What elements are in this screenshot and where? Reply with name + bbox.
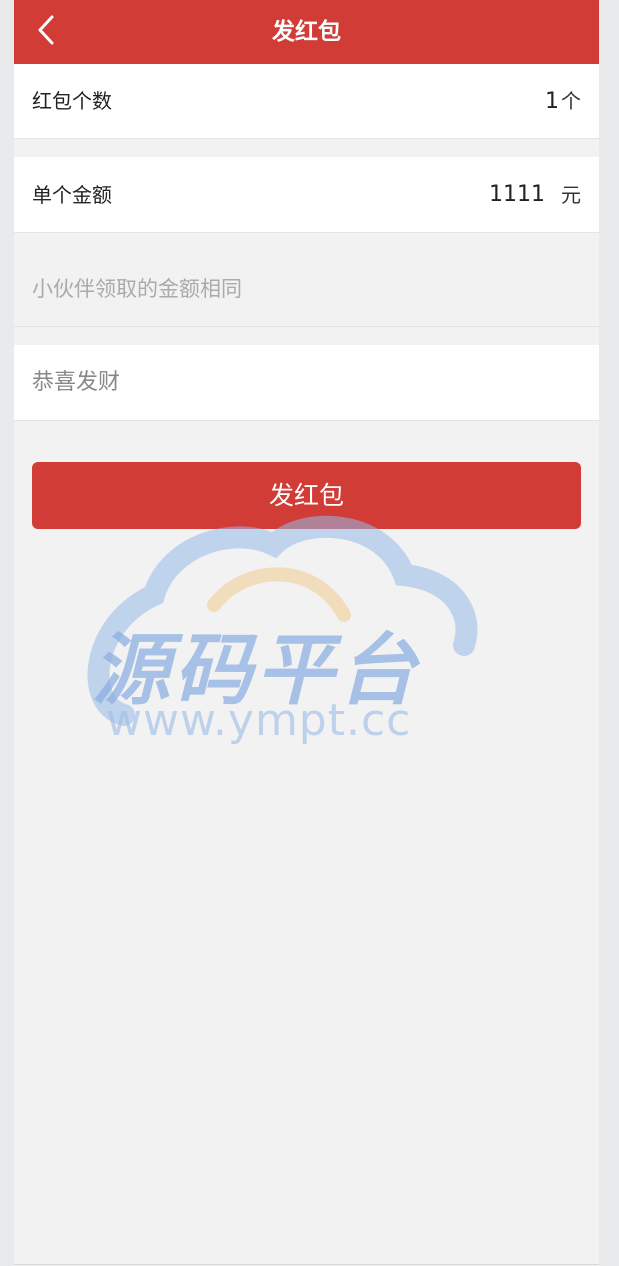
message-row[interactable] bbox=[14, 345, 599, 421]
cloud-logo-watermark bbox=[84, 505, 534, 765]
navigation-bar: 发红包 bbox=[14, 0, 599, 64]
amount-hint: 小伙伴领取的金额相同 bbox=[32, 277, 242, 301]
bottom-divider bbox=[14, 1264, 599, 1265]
send-red-packet-button[interactable]: 发红包 bbox=[32, 462, 581, 529]
page-title: 发红包 bbox=[272, 19, 341, 45]
packet-count-label: 红包个数 bbox=[32, 89, 112, 113]
watermark-name: 源码平台 bbox=[92, 626, 421, 716]
watermark-url: www.ympt.cc bbox=[106, 695, 412, 746]
amount-label: 单个金额 bbox=[32, 183, 112, 207]
divider bbox=[14, 326, 599, 327]
amount-value[interactable]: 1111 bbox=[489, 157, 545, 233]
packet-count-row[interactable]: 红包个数 1 个 bbox=[14, 64, 599, 139]
amount-row[interactable]: 单个金额 1111 元 bbox=[14, 157, 599, 233]
amount-unit: 元 bbox=[561, 183, 581, 207]
packet-count-value[interactable]: 1 bbox=[545, 64, 559, 139]
packet-count-unit: 个 bbox=[561, 89, 581, 113]
app-container: 发红包 红包个数 1 个 单个金额 1111 元 小伙伴领取的金额相同 发红包 … bbox=[14, 0, 599, 1266]
message-input[interactable] bbox=[32, 345, 572, 419]
